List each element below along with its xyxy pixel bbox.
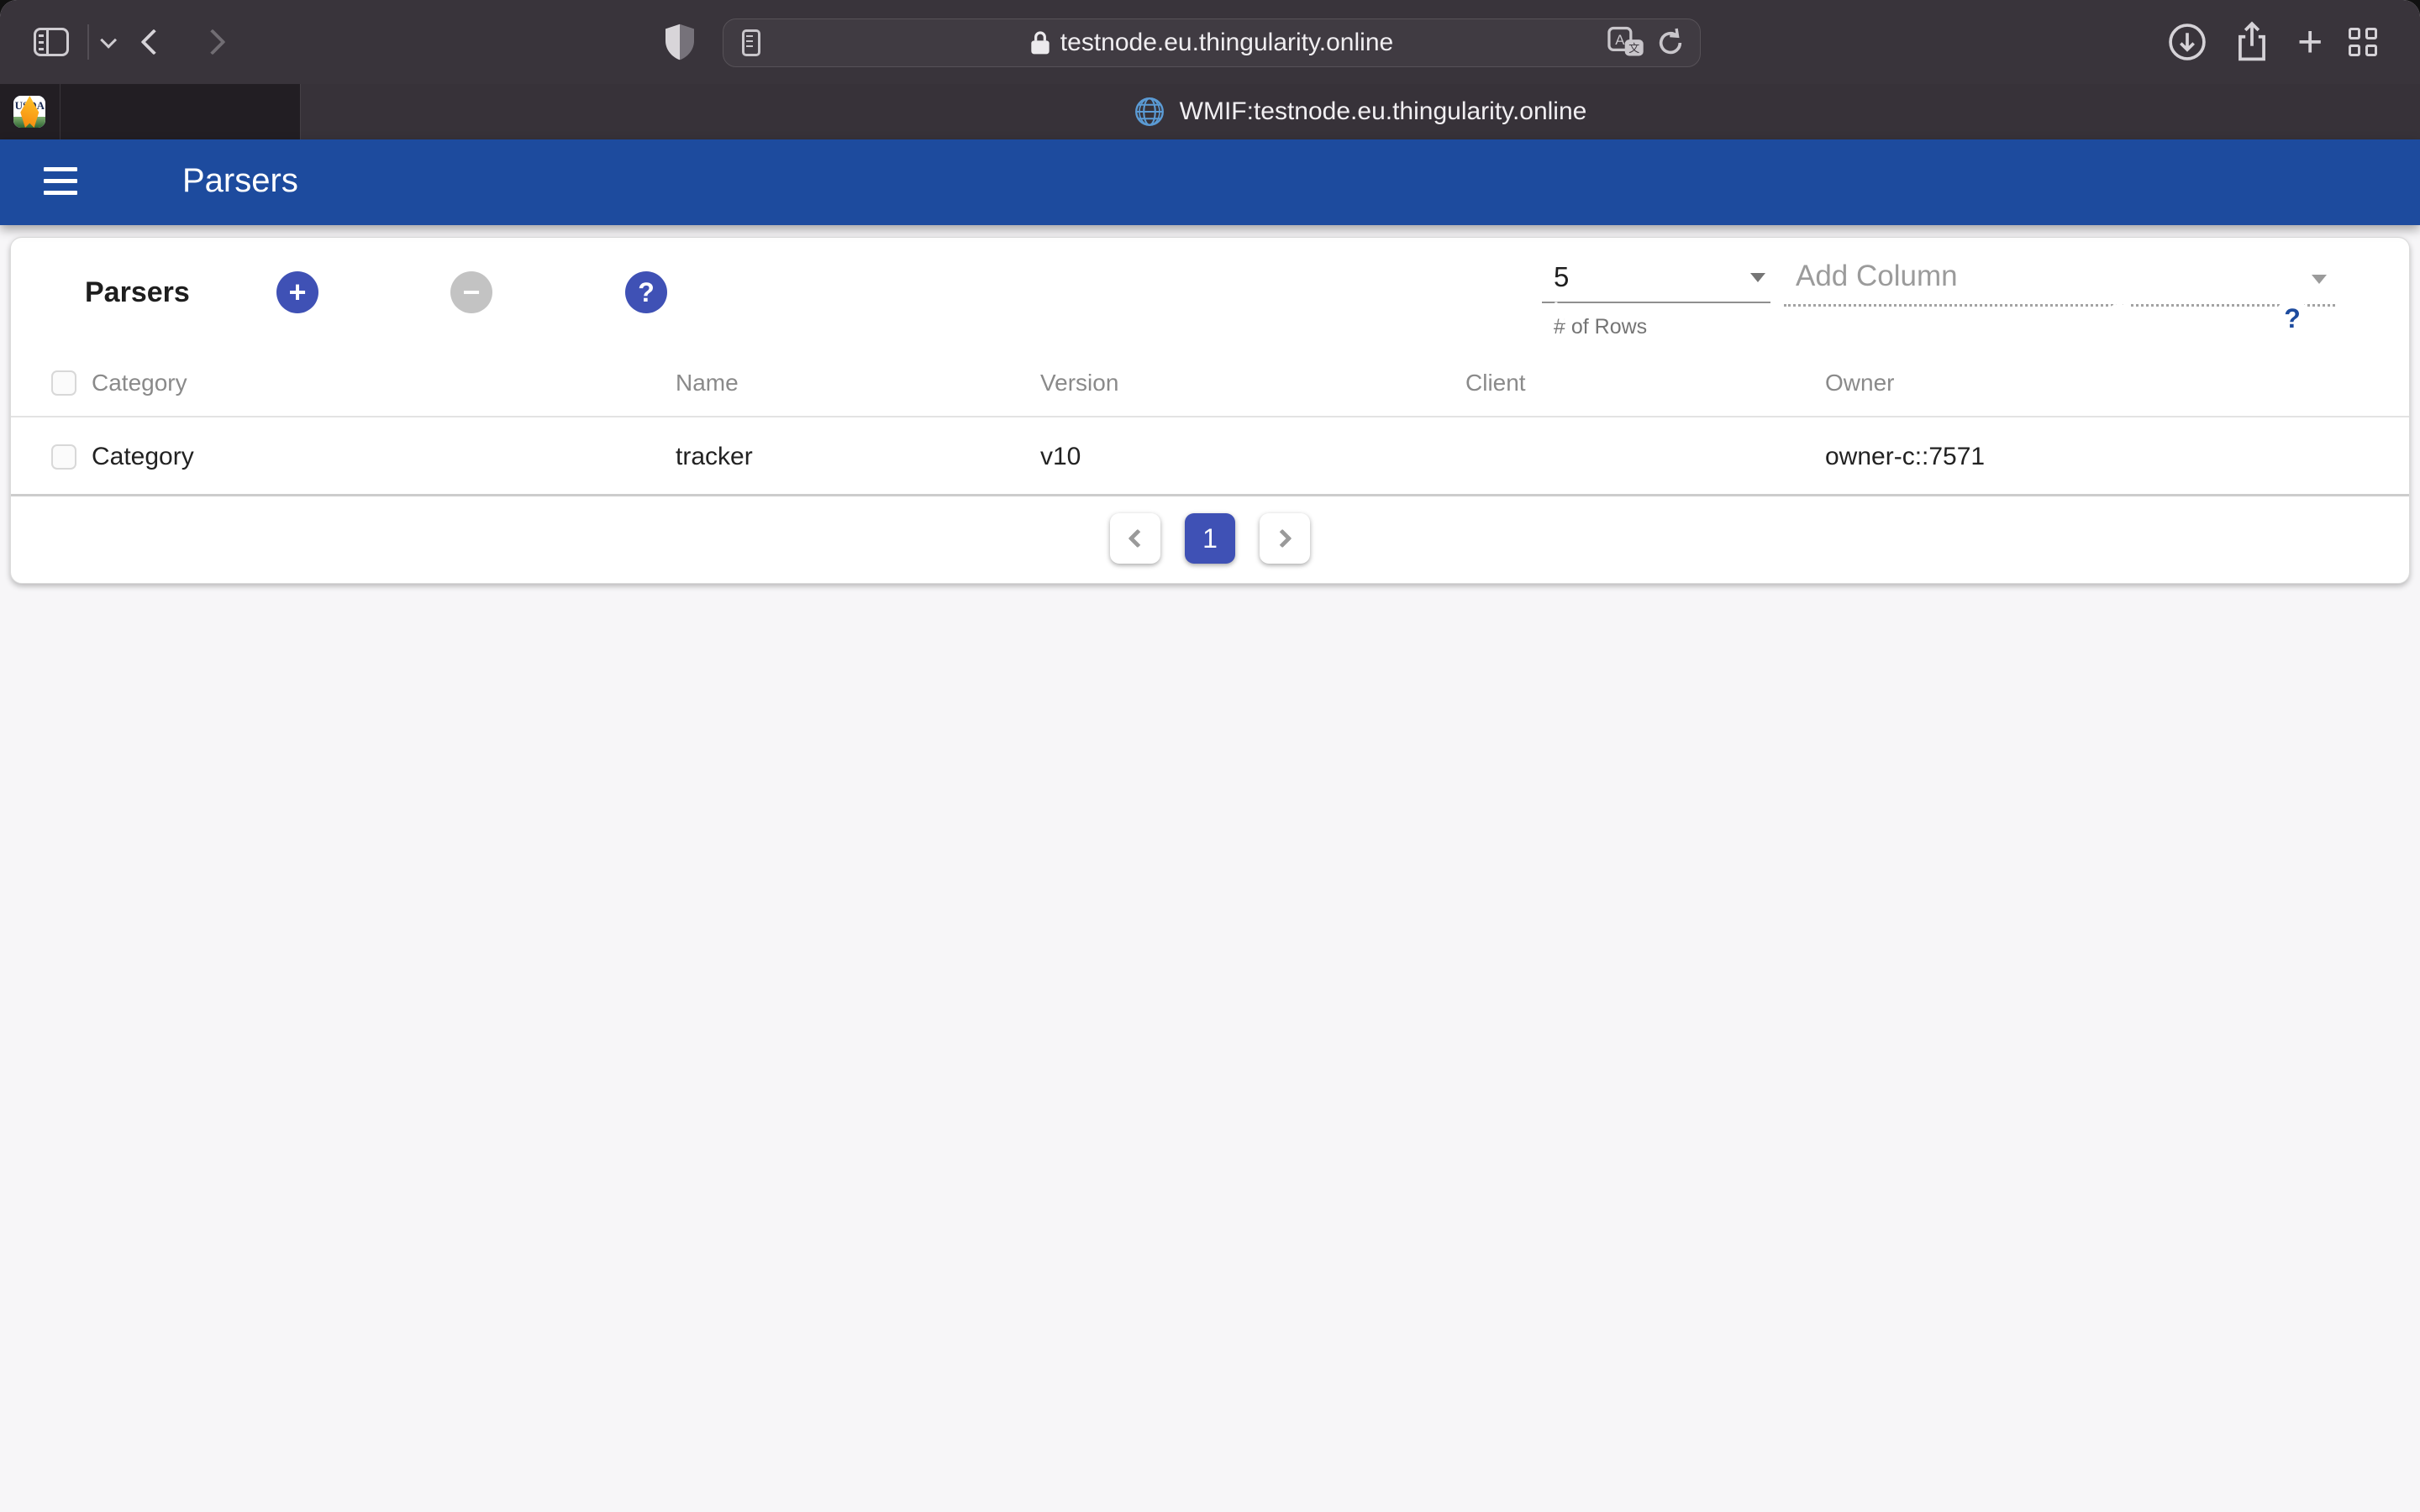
active-tab-title: WMIF:testnode.eu.thingularity.online <box>1180 97 1587 126</box>
user-role-select[interactable]: Admin <box>1492 289 2030 346</box>
panel-title: Parsers <box>85 276 190 309</box>
browser-actions: + <box>2168 0 2377 84</box>
new-tab-icon[interactable]: + <box>2297 24 2323 60</box>
privacy-shield-icon[interactable] <box>666 24 694 60</box>
browser-window: testnode.eu.thingularity.online A 文 <box>0 0 2420 1512</box>
add-column-placeholder: Add Column <box>1796 260 1958 293</box>
app-header: Parsers Admin ? <box>0 139 2420 225</box>
parsers-panel: Parsers + − ? 5 # of Rows Add Column Cat… <box>10 237 2410 584</box>
toolbar-divider <box>87 24 89 60</box>
downloads-icon[interactable] <box>2168 23 2207 61</box>
lock-icon <box>1030 30 1050 55</box>
help-button[interactable]: ? <box>2274 300 2311 337</box>
chevron-left-icon <box>1128 529 1148 549</box>
url-text: testnode.eu.thingularity.online <box>1060 29 1393 57</box>
menu-icon[interactable] <box>44 167 77 196</box>
address-text: testnode.eu.thingularity.online <box>1030 29 1393 57</box>
column-header-owner: Owner <box>1825 370 1894 396</box>
page-body: Parsers + − ? 5 # of Rows Add Column Cat… <box>0 225 2420 1512</box>
chevron-down-icon[interactable] <box>100 32 117 49</box>
column-header-name: Name <box>676 370 739 396</box>
table-header-row: Category Name Version Client Owner <box>11 350 2409 417</box>
remove-parser-button[interactable]: − <box>450 271 492 313</box>
tab-bar: USDA WMIF:testnode.eu.thingularity.onlin… <box>0 84 2420 139</box>
address-bar[interactable]: testnode.eu.thingularity.online A 文 <box>723 18 1701 67</box>
translate-icon[interactable]: A 文 <box>1607 26 1644 60</box>
user-role-value: Admin <box>1492 297 1576 331</box>
chevron-down-icon <box>1993 311 2008 320</box>
sidebar-toggle-icon[interactable] <box>34 28 69 56</box>
row-version-cell: v10 <box>1040 443 1081 471</box>
chevron-right-icon <box>1273 529 1292 549</box>
next-page-button[interactable] <box>1260 513 1310 564</box>
reader-view-icon[interactable] <box>742 29 760 56</box>
add-parser-button[interactable]: + <box>276 271 318 313</box>
svg-text:文: 文 <box>1628 42 1639 55</box>
row-checkbox[interactable] <box>51 444 76 470</box>
active-tab[interactable]: WMIF:testnode.eu.thingularity.online <box>301 84 2420 139</box>
pagination: 1 <box>11 513 2409 564</box>
chevron-down-icon <box>2312 275 2327 284</box>
pinned-tab-firebase-console[interactable] <box>0 84 60 139</box>
grid-square <box>2365 28 2377 39</box>
row-owner-cell: owner-c::7571 <box>1825 443 1985 471</box>
row-category-cell: Category <box>92 443 194 471</box>
select-all-checkbox[interactable] <box>51 370 76 396</box>
pinned-tabs: USDA <box>0 84 301 139</box>
forward-icon[interactable] <box>199 29 225 55</box>
grid-square <box>2349 45 2360 56</box>
chevron-down-icon <box>1750 273 1765 282</box>
reload-icon[interactable] <box>1656 27 1685 59</box>
firebase-favicon <box>13 96 45 128</box>
page-title: Parsers <box>182 162 298 200</box>
grid-square <box>2349 28 2360 39</box>
current-page-button[interactable]: 1 <box>1185 513 1235 564</box>
column-header-client: Client <box>1465 370 1526 396</box>
table-row[interactable]: Category tracker v10 owner-c::7571 <box>11 419 2409 496</box>
previous-page-button[interactable] <box>1110 513 1160 564</box>
row-name-cell: tracker <box>676 443 753 471</box>
refresh-button[interactable] <box>2099 299 2139 339</box>
column-header-version: Version <box>1040 370 1118 396</box>
tab-overview-icon[interactable] <box>2349 28 2377 56</box>
panel-help-button[interactable]: ? <box>625 271 667 313</box>
column-header-category: Category <box>92 370 187 396</box>
back-icon[interactable] <box>140 29 166 55</box>
navigation-group <box>34 0 222 84</box>
browser-toolbar: testnode.eu.thingularity.online A 文 <box>0 0 2420 84</box>
globe-favicon <box>1134 97 1165 127</box>
share-icon[interactable] <box>2233 21 2271 63</box>
address-bar-actions: A 文 <box>1607 19 1685 66</box>
svg-text:A: A <box>1615 32 1625 48</box>
grid-square <box>2365 45 2377 56</box>
